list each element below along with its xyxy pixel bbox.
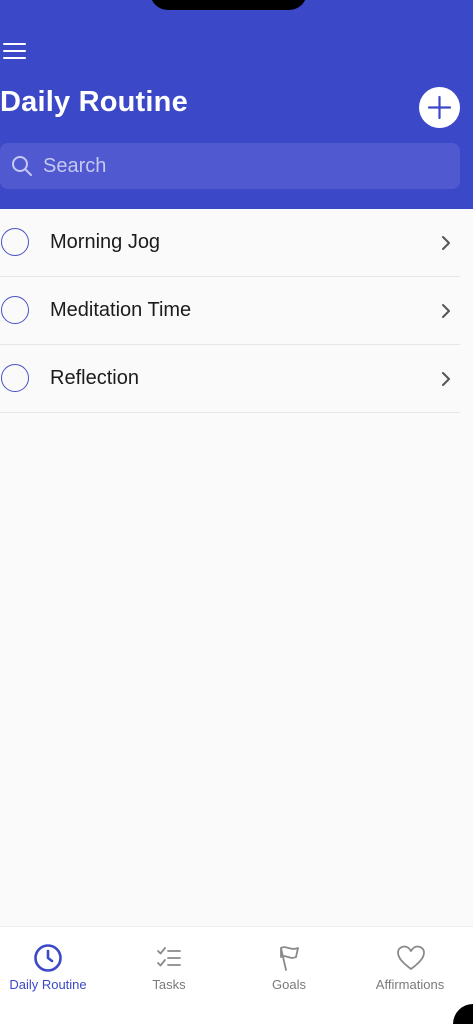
page-title: Daily Routine [0, 86, 188, 118]
heart-icon [397, 945, 425, 970]
completion-checkbox[interactable] [1, 296, 29, 324]
tab-label: Tasks [152, 977, 186, 992]
routine-label: Reflection [50, 367, 139, 389]
tab-goals[interactable]: Goals [230, 927, 348, 1007]
list-item[interactable]: Reflection [0, 345, 460, 413]
clock-icon [34, 944, 62, 972]
search-input[interactable]: Search [0, 143, 460, 189]
routine-label: Morning Jog [50, 231, 161, 253]
hamburger-menu-icon[interactable] [3, 40, 27, 60]
header: Daily Routine Search [0, 0, 473, 209]
tab-label: Daily Routine [9, 977, 87, 992]
tab-affirmations[interactable]: Affirmations [351, 927, 469, 1007]
checklist-icon [157, 947, 181, 967]
tab-tasks[interactable]: Tasks [110, 927, 228, 1007]
completion-checkbox[interactable] [1, 364, 29, 392]
bottom-tab-bar: Daily Routine Tasks Goals Affirmations [0, 926, 473, 1024]
routine-label: Meditation Time [50, 299, 192, 321]
add-routine-button[interactable] [419, 87, 460, 128]
plus-icon [427, 95, 452, 120]
list-item[interactable]: Morning Jog [0, 209, 460, 277]
routine-list: Morning Jog Meditation Time Reflection [0, 209, 460, 413]
search-icon [12, 156, 32, 176]
search-placeholder: Search [43, 155, 107, 177]
tab-label: Affirmations [375, 977, 445, 992]
chevron-right-icon [442, 372, 450, 386]
device-notch [150, 0, 307, 10]
list-item[interactable]: Meditation Time [0, 277, 460, 345]
chevron-right-icon [442, 304, 450, 318]
flag-icon [280, 946, 299, 971]
tab-label: Goals [272, 977, 306, 992]
completion-checkbox[interactable] [1, 228, 29, 256]
tab-daily-routine[interactable]: Daily Routine [0, 927, 118, 1007]
app-screen: Daily Routine Search Morning Jog Meditat… [0, 0, 473, 1024]
chevron-right-icon [442, 236, 450, 250]
